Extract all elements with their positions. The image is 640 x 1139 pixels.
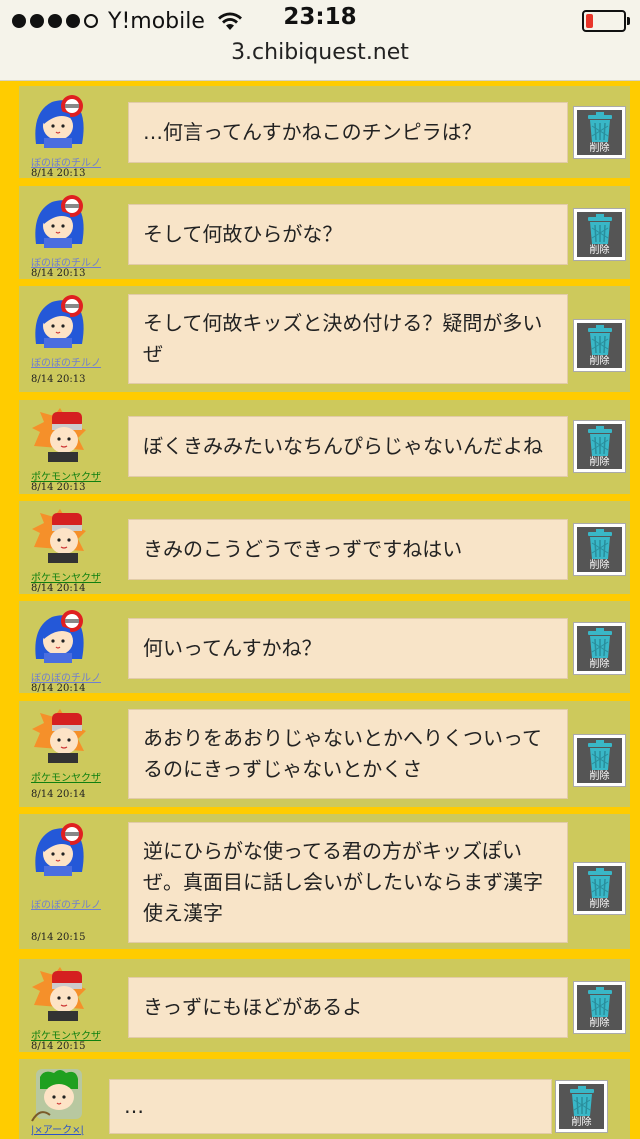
message-row: ポケモンヤクザ 8/14 20:13 ぼくきみみたいなちんぴらじゃないんだよね 削除: [19, 400, 630, 494]
delete-button[interactable]: 削除: [573, 862, 626, 915]
green-hair-avatar-icon[interactable]: [30, 1065, 88, 1123]
blue-hair-avatar-icon[interactable]: [30, 820, 88, 878]
message-row: ポケモンヤクザ 8/14 20:14 きみのこうどうできっずですねはい 削除: [19, 501, 630, 594]
delete-button[interactable]: 削除: [573, 106, 626, 159]
message-text: きみのこうどうできっずですねはい: [143, 537, 463, 561]
delete-label: 削除: [589, 356, 610, 367]
message-text: きっずにもほどがあるよ: [143, 995, 363, 1019]
message-row: ぼのぼのチルノ 8/14 20:14 何いってんすかね？ 削除: [19, 601, 630, 694]
delete-label: 削除: [571, 1117, 592, 1128]
delete-button[interactable]: 削除: [573, 319, 626, 372]
orange-hair-avatar-icon[interactable]: [30, 965, 88, 1023]
delete-button[interactable]: 削除: [573, 734, 626, 787]
delete-label: 削除: [589, 899, 610, 910]
message-timestamp: 8/14 20:15: [31, 932, 86, 943]
orange-hair-avatar-icon[interactable]: [30, 507, 88, 565]
delete-label: 削除: [589, 560, 610, 571]
message-text: そして何故キッズと決め付ける？疑問が多いぜ: [143, 311, 543, 366]
username-link[interactable]: ぼのぼのチルノ: [31, 154, 101, 169]
blue-hair-avatar-icon[interactable]: [30, 92, 88, 150]
username-link[interactable]: ポケモンヤクザ: [31, 769, 101, 784]
username-link[interactable]: ぼのぼのチルノ: [31, 254, 101, 269]
message-text: そして何故ひらがな？: [143, 222, 343, 246]
message-timestamp: 8/14 20:13: [31, 374, 86, 385]
delete-label: 削除: [589, 771, 610, 782]
delete-label: 削除: [589, 245, 610, 256]
delete-label: 削除: [589, 457, 610, 468]
message-row: ポケモンヤクザ 8/14 20:15 きっずにもほどがあるよ 削除: [19, 959, 630, 1052]
message-bubble: …: [109, 1079, 552, 1134]
message-bubble: 何いってんすかね？: [128, 618, 568, 679]
message-timestamp: 8/14 20:13: [31, 482, 86, 493]
delete-button[interactable]: 削除: [573, 420, 626, 473]
message-row: |×アーク×| … 削除: [19, 1059, 630, 1139]
message-text: 逆にひらがな使ってる君の方がキッズぽいぜ。真面目に話し会いがしたいならまず漢字使…: [143, 839, 543, 925]
blue-hair-avatar-icon[interactable]: [30, 607, 88, 665]
message-text: …: [124, 1094, 144, 1118]
message-timestamp: 8/14 20:13: [31, 168, 86, 179]
orange-hair-avatar-icon[interactable]: [30, 707, 88, 765]
username-link[interactable]: ぼのぼのチルノ: [31, 669, 101, 684]
delete-button[interactable]: 削除: [573, 523, 626, 576]
message-text: …何言ってんすかねこのチンピラは？: [143, 120, 482, 144]
message-row: ぼのぼのチルノ 8/14 20:13 そして何故キッズと決め付ける？疑問が多いぜ 削…: [19, 286, 630, 392]
delete-label: 削除: [589, 659, 610, 670]
battery-level: [586, 14, 593, 28]
message-text: ぼくきみみたいなちんぴらじゃないんだよね: [143, 434, 543, 458]
message-timestamp: 8/14 20:15: [31, 1041, 86, 1052]
message-text: 何いってんすかね？: [143, 636, 322, 660]
message-timestamp: 8/14 20:14: [31, 583, 86, 594]
message-row: ポケモンヤクザ 8/14 20:14 あおりをあおりじゃないとかへりくついってるのに…: [19, 701, 630, 807]
status-bar: Y!mobile 23:18 3.chibiquest.net: [0, 0, 640, 81]
message-bubble: ぼくきみみたいなちんぴらじゃないんだよね: [128, 416, 568, 477]
delete-button[interactable]: 削除: [573, 208, 626, 261]
message-bubble: そして何故キッズと決め付ける？疑問が多いぜ: [128, 294, 568, 384]
message-timestamp: 8/14 20:13: [31, 268, 86, 279]
blue-hair-avatar-icon[interactable]: [30, 192, 88, 250]
message-bubble: …何言ってんすかねこのチンピラは？: [128, 102, 568, 163]
message-row: ぼのぼのチルノ 8/14 20:13 …何言ってんすかねこのチンピラは？ 削除: [19, 86, 630, 179]
delete-button[interactable]: 削除: [573, 981, 626, 1034]
username-link[interactable]: ぼのぼのチルノ: [31, 896, 101, 911]
message-bubble: きみのこうどうできっずですねはい: [128, 519, 568, 580]
battery-icon: [582, 10, 630, 32]
delete-label: 削除: [589, 143, 610, 154]
username-link[interactable]: ポケモンヤクザ: [31, 569, 101, 584]
message-bubble: そして何故ひらがな？: [128, 204, 568, 265]
url-bar[interactable]: 3.chibiquest.net: [0, 40, 640, 65]
delete-label: 削除: [589, 1018, 610, 1029]
orange-hair-avatar-icon[interactable]: [30, 406, 88, 464]
delete-button[interactable]: 削除: [555, 1080, 608, 1133]
blue-hair-avatar-icon[interactable]: [30, 292, 88, 350]
message-row: ぼのぼのチルノ 8/14 20:15 逆にひらがな使ってる君の方がキッズぽいぜ。真面…: [19, 814, 630, 949]
message-bubble: 逆にひらがな使ってる君の方がキッズぽいぜ。真面目に話し会いがしたいならまず漢字使…: [128, 822, 568, 943]
username-link[interactable]: ぼのぼのチルノ: [31, 354, 101, 369]
message-bubble: あおりをあおりじゃないとかへりくついってるのにきっずじゃないとかくさ: [128, 709, 568, 799]
username-link[interactable]: ポケモンヤクザ: [31, 468, 101, 483]
message-timestamp: 8/14 20:14: [31, 683, 86, 694]
username-link[interactable]: |×アーク×|: [31, 1121, 84, 1136]
message-row: ぼのぼのチルノ 8/14 20:13 そして何故ひらがな？ 削除: [19, 186, 630, 279]
delete-button[interactable]: 削除: [573, 622, 626, 675]
message-text: あおりをあおりじゃないとかへりくついってるのにきっずじゃないとかくさ: [143, 726, 542, 781]
message-bubble: きっずにもほどがあるよ: [128, 977, 568, 1038]
username-link[interactable]: ポケモンヤクザ: [31, 1027, 101, 1042]
message-timestamp: 8/14 20:14: [31, 789, 86, 800]
clock: 23:18: [283, 4, 357, 30]
